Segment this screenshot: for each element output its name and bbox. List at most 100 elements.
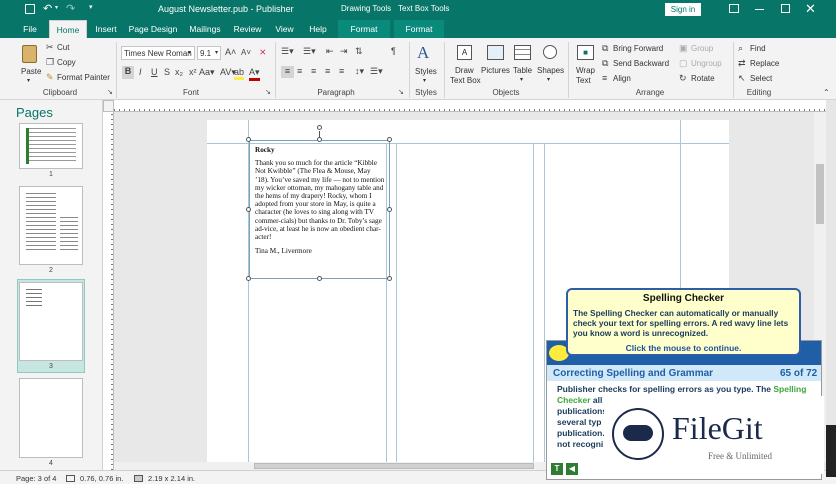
select-button[interactable]: Select: [750, 74, 772, 83]
numbering-icon[interactable]: ☰▾: [303, 46, 316, 57]
resize-handle-n[interactable]: [317, 137, 322, 142]
tab-review[interactable]: Review: [231, 20, 264, 38]
cut-button[interactable]: Cut: [57, 43, 69, 52]
sort-icon[interactable]: ⇅: [355, 46, 363, 57]
font-color-icon[interactable]: A▾: [249, 67, 260, 81]
highlight-color-icon[interactable]: ab: [234, 67, 245, 80]
resize-handle-ne[interactable]: [387, 137, 392, 142]
font-launcher-icon[interactable]: ↘: [265, 88, 271, 96]
group-button[interactable]: Group: [691, 44, 713, 53]
tutorial-nav-text-icon[interactable]: T: [551, 463, 563, 475]
tutorial-highlight: Spelling: [773, 384, 807, 394]
align-center-icon[interactable]: ≡: [297, 66, 302, 76]
scroll-thumb[interactable]: [254, 463, 534, 469]
shapes-button[interactable]: Shapes ▾: [536, 43, 564, 85]
font-name-select[interactable]: Times New Roman ▾: [121, 46, 195, 60]
horizontal-scrollbar[interactable]: [114, 462, 546, 470]
paragraph-launcher-icon[interactable]: ↘: [398, 88, 404, 96]
page-indicator[interactable]: Page: 3 of 4: [16, 474, 56, 483]
tab-format-drawing[interactable]: Format: [338, 20, 390, 38]
filegit-logo-icon: [612, 408, 664, 460]
line-spacing-icon[interactable]: ↕▾: [355, 66, 364, 77]
ruler-corner[interactable]: [103, 100, 114, 112]
draw-text-box-button[interactable]: A Draw Text Box: [449, 43, 481, 85]
horizontal-ruler[interactable]: [114, 100, 826, 112]
save-icon[interactable]: [25, 4, 35, 14]
spelling-checker-callout[interactable]: Spelling Checker The Spelling Checker ca…: [566, 288, 801, 356]
rotation-handle[interactable]: [317, 125, 322, 130]
tab-page-design[interactable]: Page Design: [127, 20, 179, 38]
distributed-icon[interactable]: ≡: [339, 66, 344, 76]
paragraph-marks-icon[interactable]: ¶: [391, 46, 396, 56]
tab-mailings[interactable]: Mailings: [185, 20, 225, 38]
bring-forward-button[interactable]: Bring Forward: [613, 44, 663, 53]
page-thumbnail-3[interactable]: [19, 282, 83, 361]
tab-file[interactable]: File: [17, 20, 43, 38]
tab-help[interactable]: Help: [304, 20, 332, 38]
redo-icon[interactable]: ↷: [66, 2, 75, 15]
paste-button[interactable]: Paste ▾: [20, 43, 41, 84]
paragraph-spacing-icon[interactable]: ☰▾: [370, 66, 383, 77]
align-button[interactable]: Align: [613, 74, 631, 83]
sign-in-button[interactable]: Sign in: [665, 3, 701, 16]
justify-icon[interactable]: ≡: [325, 66, 330, 76]
align-right-icon[interactable]: ≡: [311, 66, 316, 76]
underline-icon[interactable]: U: [151, 67, 158, 77]
grow-font-icon[interactable]: A˄: [225, 47, 236, 57]
tab-view[interactable]: View: [271, 20, 298, 38]
increase-indent-icon[interactable]: ⇥: [340, 46, 348, 57]
column-guide: [544, 144, 545, 462]
rotate-button[interactable]: Rotate: [691, 74, 715, 83]
decrease-indent-icon[interactable]: ⇤: [326, 46, 334, 57]
wrap-text-button[interactable]: ■ Wrap Text: [573, 43, 598, 85]
bold-icon[interactable]: B: [122, 66, 134, 79]
align-left-icon[interactable]: ≡: [281, 66, 294, 78]
minimize-icon[interactable]: [755, 9, 764, 10]
resize-handle-e[interactable]: [387, 207, 392, 212]
shrink-font-icon[interactable]: A˅: [241, 48, 251, 57]
font-size-select[interactable]: 9.1 ▾: [197, 46, 221, 60]
article-text[interactable]: Rocky Thank you so much for the article …: [255, 146, 385, 255]
ungroup-button[interactable]: Ungroup: [691, 59, 722, 68]
separator: [409, 42, 410, 98]
resize-handle-se[interactable]: [387, 276, 392, 281]
resize-handle-w[interactable]: [246, 207, 251, 212]
copy-button[interactable]: Copy: [57, 58, 76, 67]
bullets-icon[interactable]: ☰▾: [281, 46, 294, 57]
vertical-ruler[interactable]: [103, 112, 114, 470]
send-backward-button[interactable]: Send Backward: [613, 59, 669, 68]
replace-button[interactable]: Replace: [750, 59, 779, 68]
resize-handle-sw[interactable]: [246, 276, 251, 281]
change-case-icon[interactable]: Aa▾: [199, 67, 215, 78]
tab-home[interactable]: Home: [49, 20, 87, 38]
pictures-button[interactable]: Pictures: [481, 43, 510, 85]
find-button[interactable]: Find: [750, 44, 766, 53]
resize-handle-s[interactable]: [317, 276, 322, 281]
subscript-icon[interactable]: x₂: [175, 67, 183, 77]
tutorial-audio-icon[interactable]: ◀: [566, 463, 578, 475]
ribbon-display-icon[interactable]: [729, 4, 739, 13]
table-button[interactable]: Table ▾: [512, 43, 534, 85]
superscript-icon[interactable]: x²: [189, 67, 197, 77]
undo-icon[interactable]: ↶: [43, 2, 52, 15]
collapse-ribbon-icon[interactable]: ⌃: [823, 88, 830, 97]
clear-formatting-icon[interactable]: ⨯: [259, 47, 267, 58]
undo-dropdown-icon[interactable]: ▾: [55, 4, 58, 11]
tab-format-textbox[interactable]: Format: [394, 20, 444, 38]
italic-icon[interactable]: I: [139, 67, 142, 77]
callout-title: Spelling Checker: [642, 293, 725, 304]
restore-icon[interactable]: [781, 4, 790, 13]
page-thumbnail-2[interactable]: [19, 186, 83, 265]
resize-handle-nw[interactable]: [246, 137, 251, 142]
page-thumbnail-1[interactable]: [19, 123, 83, 169]
clipboard-launcher-icon[interactable]: ↘: [107, 88, 113, 96]
page-thumbnail-4[interactable]: [19, 378, 83, 458]
styles-button[interactable]: A Styles ▾: [414, 43, 438, 84]
scroll-thumb[interactable]: [816, 164, 824, 224]
tab-insert[interactable]: Insert: [91, 20, 121, 38]
close-icon[interactable]: ✕: [805, 1, 816, 17]
quick-access-customize-icon[interactable]: ▾: [89, 3, 93, 11]
pictures-icon: [487, 45, 504, 60]
strikethrough-icon[interactable]: S: [164, 67, 170, 77]
format-painter-button[interactable]: Format Painter: [57, 73, 110, 82]
